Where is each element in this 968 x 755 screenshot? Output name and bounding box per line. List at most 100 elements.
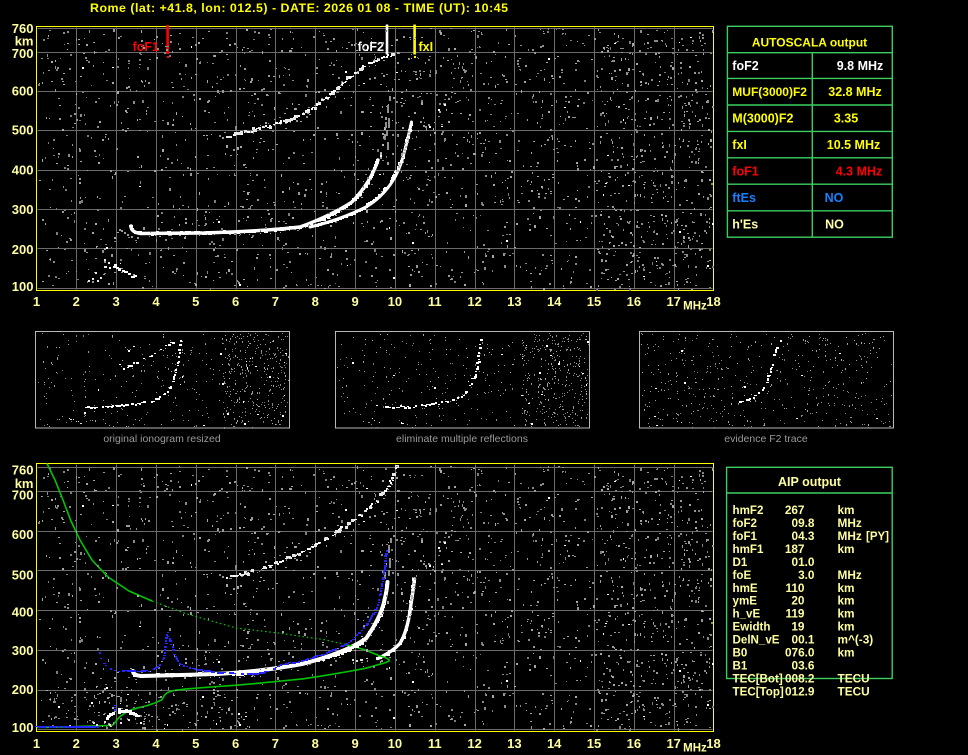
svg-text:200: 200 xyxy=(12,242,34,257)
svg-text:700: 700 xyxy=(12,487,34,502)
svg-text:17: 17 xyxy=(666,294,680,309)
svg-text:18: 18 xyxy=(706,294,720,309)
svg-text:2: 2 xyxy=(73,294,80,309)
svg-text:3: 3 xyxy=(112,294,119,309)
svg-text:13: 13 xyxy=(507,736,521,751)
svg-text:km: km xyxy=(838,646,855,660)
svg-text:AUTOSCALA output: AUTOSCALA output xyxy=(752,36,867,50)
svg-text:foF2: foF2 xyxy=(358,40,384,54)
svg-text:km: km xyxy=(838,594,855,608)
svg-text:076.0: 076.0 xyxy=(785,646,815,660)
svg-text:TECU: TECU xyxy=(838,672,870,686)
svg-text:B0: B0 xyxy=(733,647,748,660)
svg-text:16: 16 xyxy=(627,294,641,309)
svg-text:13: 13 xyxy=(507,294,521,309)
svg-text:2: 2 xyxy=(73,736,80,751)
svg-text:14: 14 xyxy=(547,736,562,751)
svg-text:200: 200 xyxy=(12,682,34,697)
svg-text:8: 8 xyxy=(312,294,319,309)
svg-text:NO: NO xyxy=(825,191,844,205)
svg-text:DelN_vE: DelN_vE xyxy=(733,634,780,647)
svg-text:119: 119 xyxy=(785,607,804,621)
svg-text:300: 300 xyxy=(12,202,34,217)
svg-text:400: 400 xyxy=(12,605,34,620)
svg-text:20: 20 xyxy=(791,594,805,608)
svg-text:MHz: MHz xyxy=(683,743,707,755)
svg-text:TEC[Bot]: TEC[Bot] xyxy=(733,673,783,686)
svg-text:km: km xyxy=(838,620,855,634)
svg-text:foF1: foF1 xyxy=(732,165,758,179)
svg-text:hmE: hmE xyxy=(733,582,758,595)
svg-text:TECU: TECU xyxy=(838,684,870,698)
svg-text:700: 700 xyxy=(12,46,34,61)
svg-text:14: 14 xyxy=(547,294,562,309)
svg-text:187: 187 xyxy=(785,542,805,556)
svg-text:100: 100 xyxy=(12,279,34,294)
svg-text:Rome (lat: +41.8, lon: 012.5): Rome (lat: +41.8, lon: 012.5) - DATE: 20… xyxy=(90,1,508,15)
svg-text:500: 500 xyxy=(12,123,34,138)
svg-text:km: km xyxy=(838,503,855,517)
svg-text:D1: D1 xyxy=(733,556,748,569)
svg-text:MHz: MHz xyxy=(838,529,862,543)
svg-text:04.3: 04.3 xyxy=(792,529,815,543)
svg-text:evidence F2 trace: evidence F2 trace xyxy=(724,433,808,445)
svg-text:09.8: 09.8 xyxy=(792,516,815,530)
svg-text:3.35: 3.35 xyxy=(834,112,858,126)
svg-text:AIP output: AIP output xyxy=(778,475,842,489)
svg-text:3.0: 3.0 xyxy=(798,568,815,582)
svg-text:32.8 MHz: 32.8 MHz xyxy=(828,85,882,99)
svg-text:Ewidth: Ewidth xyxy=(733,621,771,634)
svg-text:267: 267 xyxy=(785,503,805,517)
svg-text:12: 12 xyxy=(467,294,481,309)
svg-text:original ionogram resized: original ionogram resized xyxy=(103,433,220,445)
svg-text:foF2: foF2 xyxy=(733,517,757,530)
svg-text:4: 4 xyxy=(152,294,160,309)
svg-text:008.2: 008.2 xyxy=(785,672,815,686)
svg-text:00.1: 00.1 xyxy=(792,633,815,647)
svg-text:MHz: MHz xyxy=(838,516,862,530)
svg-text:4.3 MHz: 4.3 MHz xyxy=(836,165,883,179)
svg-text:4: 4 xyxy=(152,736,160,751)
svg-text:1: 1 xyxy=(33,294,40,309)
svg-text:foF1: foF1 xyxy=(733,530,758,543)
svg-text:012.9: 012.9 xyxy=(785,684,815,698)
svg-text:foF2: foF2 xyxy=(732,59,758,73)
svg-text:[PY]: [PY] xyxy=(866,531,889,543)
svg-text:300: 300 xyxy=(12,643,34,658)
svg-text:19: 19 xyxy=(791,620,805,634)
svg-text:km: km xyxy=(838,542,855,556)
svg-text:11: 11 xyxy=(428,294,442,309)
svg-text:9: 9 xyxy=(351,294,358,309)
svg-text:MUF(3000)F2: MUF(3000)F2 xyxy=(732,85,807,99)
svg-text:5: 5 xyxy=(192,294,199,309)
svg-text:MHz: MHz xyxy=(683,301,707,313)
svg-text:km: km xyxy=(838,607,855,621)
svg-text:m^(-3): m^(-3) xyxy=(838,633,874,647)
svg-text:8: 8 xyxy=(312,736,319,751)
svg-text:03.6: 03.6 xyxy=(792,659,815,673)
svg-text:1: 1 xyxy=(33,736,40,751)
svg-text:12: 12 xyxy=(467,736,481,751)
svg-text:foF1: foF1 xyxy=(133,40,159,54)
svg-text:hmF1: hmF1 xyxy=(733,543,764,556)
svg-text:h'Es: h'Es xyxy=(732,218,758,232)
svg-text:01.0: 01.0 xyxy=(792,555,815,569)
svg-text:M(3000)F2: M(3000)F2 xyxy=(732,112,793,126)
svg-text:110: 110 xyxy=(785,581,804,595)
svg-text:5: 5 xyxy=(192,736,199,751)
svg-text:hmF2: hmF2 xyxy=(733,504,764,517)
svg-text:400: 400 xyxy=(12,162,34,177)
svg-text:ymE: ymE xyxy=(733,595,758,608)
svg-text:600: 600 xyxy=(12,527,34,542)
svg-text:100: 100 xyxy=(12,720,34,735)
svg-text:16: 16 xyxy=(627,736,641,751)
svg-text:fxI: fxI xyxy=(732,138,747,152)
svg-text:10: 10 xyxy=(388,294,402,309)
svg-text:MHz: MHz xyxy=(838,568,862,582)
svg-text:15: 15 xyxy=(587,294,601,309)
svg-text:500: 500 xyxy=(12,568,34,583)
svg-text:ftEs: ftEs xyxy=(732,191,756,205)
svg-text:6: 6 xyxy=(232,294,239,309)
svg-text:foE: foE xyxy=(733,569,752,582)
svg-text:6: 6 xyxy=(232,736,239,751)
